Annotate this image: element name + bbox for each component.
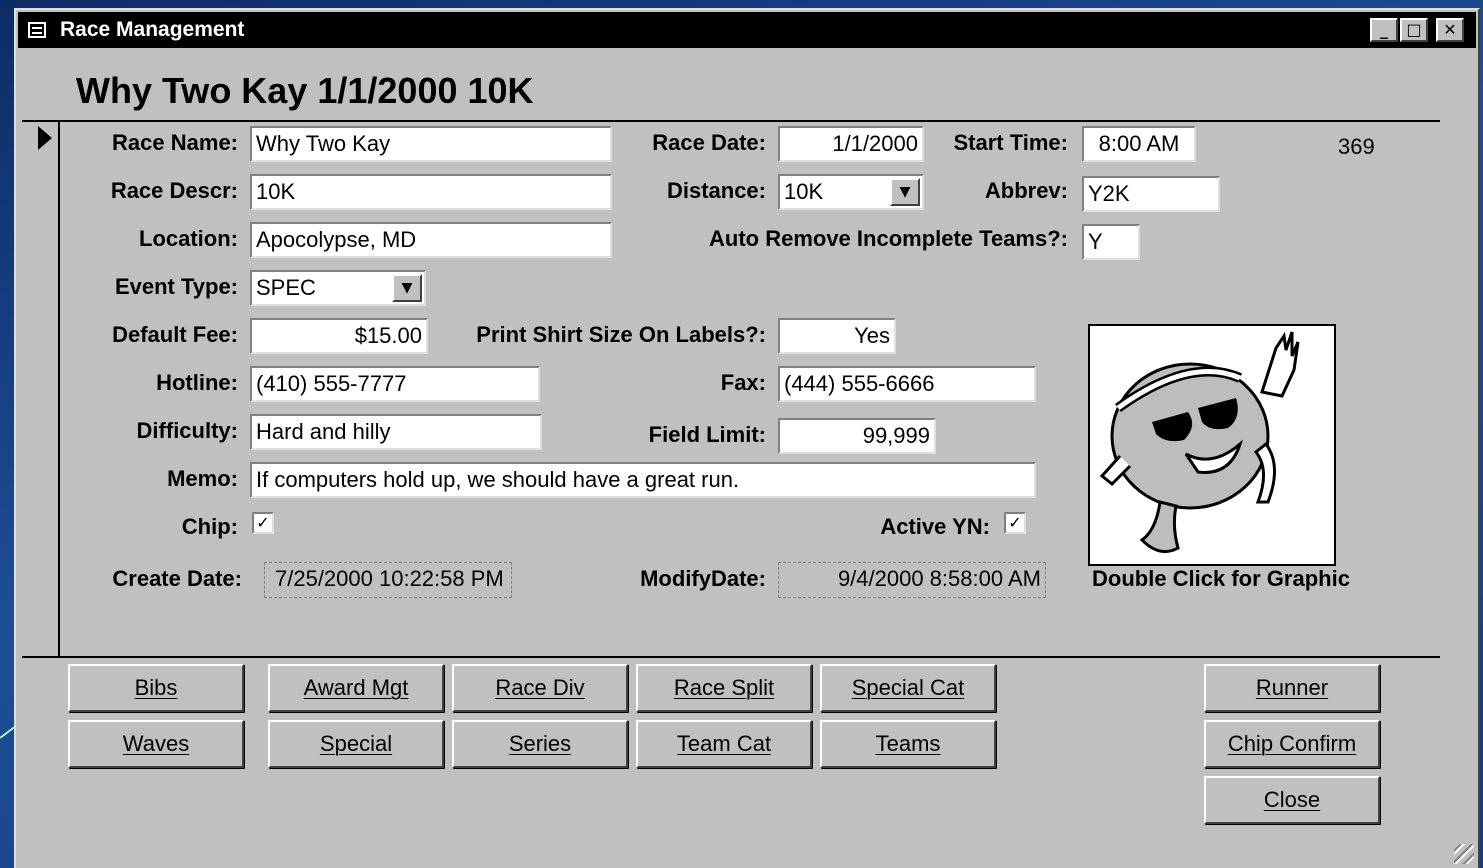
race-div-button[interactable]: Race Div <box>452 664 628 712</box>
title-bar[interactable]: Race Management _ □ ✕ <box>18 12 1476 48</box>
close-button-label: Close <box>1263 787 1321 812</box>
footer-divider <box>22 656 1440 658</box>
award-mgt-button[interactable]: Award Mgt <box>268 664 444 712</box>
distance-label: Distance: <box>666 178 766 203</box>
chip-checkbox[interactable]: ✓ <box>252 512 274 534</box>
default-fee-label: Default Fee: <box>112 322 238 347</box>
bibs-button[interactable]: Bibs <box>68 664 244 712</box>
teams-button-label: Teams <box>875 731 941 756</box>
hotline-field[interactable]: (410) 555-7777 <box>250 366 540 402</box>
team-cat-button-label: Team Cat <box>676 731 772 756</box>
graphic-caption: Double Click for Graphic <box>1092 566 1350 591</box>
minimize-button[interactable]: _ <box>1370 18 1398 42</box>
create-date-label: Create Date: <box>112 566 242 591</box>
maximize-button[interactable]: □ <box>1400 18 1428 42</box>
difficulty-label: Difficulty: <box>136 418 238 443</box>
event-type-value: SPEC <box>256 275 316 300</box>
active-yn-label: Active YN: <box>880 514 990 539</box>
runner-button[interactable]: Runner <box>1204 664 1380 712</box>
close-button[interactable]: Close <box>1204 776 1380 824</box>
resize-grip-icon[interactable] <box>1454 844 1474 864</box>
record-selector-arrow-icon[interactable] <box>38 126 52 150</box>
race-name-label: Race Name: <box>112 130 238 155</box>
modify-date-label: ModifyDate: <box>640 566 766 591</box>
award-mgt-button-label: Award Mgt <box>303 675 409 700</box>
form-icon <box>28 22 46 38</box>
race-name-field[interactable]: Why Two Kay <box>250 126 612 162</box>
location-field[interactable]: Apocolypse, MD <box>250 222 612 258</box>
teams-button[interactable]: Teams <box>820 720 996 768</box>
race-split-button-label: Race Split <box>673 675 775 700</box>
abbrev-label: Abbrev: <box>984 178 1068 203</box>
race-descr-label: Race Descr: <box>110 178 238 203</box>
chip-label: Chip: <box>181 514 238 539</box>
start-time-label: Start Time: <box>953 130 1068 155</box>
abbrev-field[interactable]: Y2K <box>1082 176 1220 212</box>
memo-label: Memo: <box>167 466 238 491</box>
create-date-field: 7/25/2000 10:22:58 PM <box>264 562 512 598</box>
series-button[interactable]: Series <box>452 720 628 768</box>
event-type-select[interactable]: SPEC ▼ <box>250 270 426 306</box>
waves-button-label: Waves <box>122 731 190 756</box>
record-id: 369 <box>1338 134 1375 159</box>
print-shirt-field[interactable]: Yes <box>778 318 896 354</box>
chip-confirm-button-label: Chip Confirm <box>1227 731 1357 756</box>
start-time-field[interactable]: 8:00 AM <box>1082 126 1196 162</box>
default-fee-field[interactable]: $15.00 <box>250 318 428 354</box>
special-button-label: Special <box>319 731 393 756</box>
team-cat-button[interactable]: Team Cat <box>636 720 812 768</box>
special-cat-button-label: Special Cat <box>851 675 965 700</box>
distance-select[interactable]: 10K ▼ <box>778 174 924 210</box>
memo-field[interactable]: If computers hold up, we should have a g… <box>250 462 1036 498</box>
modify-date-field: 9/4/2000 8:58:00 AM <box>778 562 1046 598</box>
header-divider <box>22 120 1440 122</box>
fax-field[interactable]: (444) 555-6666 <box>778 366 1036 402</box>
chevron-down-icon[interactable]: ▼ <box>890 178 920 206</box>
field-limit-label: Field Limit: <box>648 422 766 447</box>
field-limit-field[interactable]: 99,999 <box>778 418 936 454</box>
window-title: Race Management <box>60 18 245 41</box>
event-type-label: Event Type: <box>114 274 238 299</box>
race-date-label: Race Date: <box>652 130 766 155</box>
chip-confirm-button[interactable]: Chip Confirm <box>1204 720 1380 768</box>
close-window-button[interactable]: ✕ <box>1436 18 1464 42</box>
active-yn-checkbox[interactable]: ✓ <box>1004 512 1026 534</box>
bibs-button-label: Bibs <box>134 675 178 700</box>
race-management-window: Race Management _ □ ✕ Why Two Kay 1/1/20… <box>14 8 1480 868</box>
race-graphic[interactable] <box>1088 324 1336 566</box>
race-div-button-label: Race Div <box>495 675 585 700</box>
series-button-label: Series <box>508 731 572 756</box>
chevron-down-icon[interactable]: ▼ <box>392 274 422 302</box>
runner-button-label: Runner <box>1255 675 1329 700</box>
distance-value: 10K <box>784 179 824 204</box>
race-descr-field[interactable]: 10K <box>250 174 612 210</box>
auto-remove-label: Auto Remove Incomplete Teams?: <box>709 226 1068 251</box>
special-button[interactable]: Special <box>268 720 444 768</box>
location-label: Location: <box>139 226 238 251</box>
sunglasses-ball-mascot-icon <box>1099 331 1300 554</box>
auto-remove-field[interactable]: Y <box>1082 224 1140 260</box>
fax-label: Fax: <box>720 370 766 395</box>
race-split-button[interactable]: Race Split <box>636 664 812 712</box>
special-cat-button[interactable]: Special Cat <box>820 664 996 712</box>
print-shirt-label: Print Shirt Size On Labels?: <box>476 322 766 347</box>
waves-button[interactable]: Waves <box>68 720 244 768</box>
hotline-label: Hotline: <box>156 370 238 395</box>
record-selector-divider <box>58 120 60 656</box>
race-date-field[interactable]: 1/1/2000 <box>778 126 924 162</box>
page-title: Why Two Kay 1/1/2000 10K <box>76 70 534 111</box>
difficulty-field[interactable]: Hard and hilly <box>250 414 542 450</box>
